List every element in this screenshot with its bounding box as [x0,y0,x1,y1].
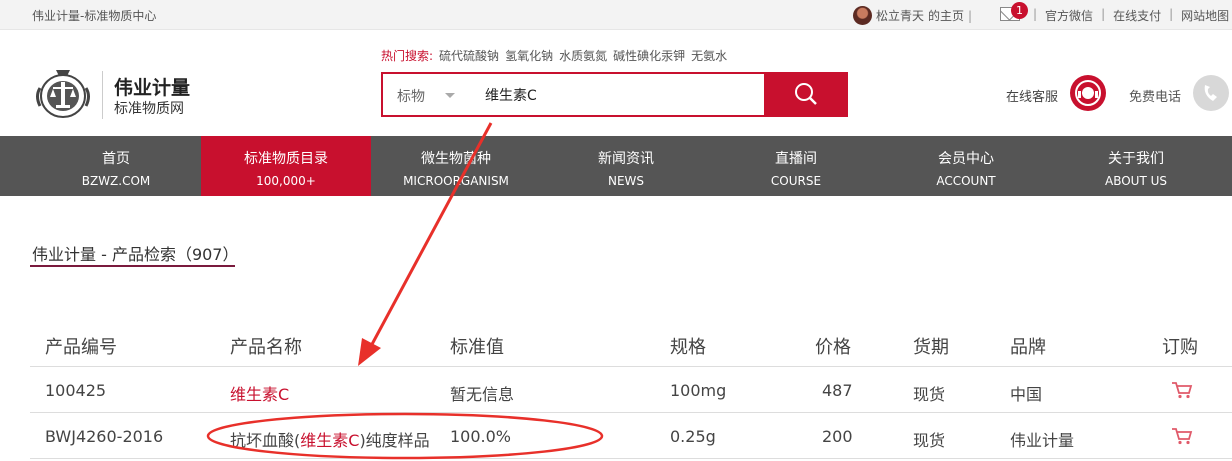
row-spec: 0.25g [670,427,716,446]
user-name[interactable]: 松立青天 [876,7,924,24]
avatar [853,6,872,25]
col-header-delivery: 货期 [913,337,949,358]
hot-search: 热门搜索: 硫代硫酸钠 氢氧化钠 水质氨氮 碱性碘化汞钾 无氨水 [381,47,727,64]
col-header-price: 价格 [815,337,851,358]
link-sitemap[interactable]: 网站地图 [1181,7,1229,24]
search-icon [795,83,817,105]
hot-search-label: 热门搜索: [381,49,434,63]
nav-about[interactable]: 关于我们 ABOUT US [1051,136,1221,196]
row-delivery: 现货 [913,385,946,404]
col-header-brand: 品牌 [1010,337,1046,358]
nav-microorganism[interactable]: 微生物菌种 MICROORGANISM [371,136,541,196]
row-standard: 暂无信息 [450,385,515,404]
hot-search-item[interactable]: 无氨水 [691,47,727,64]
col-header-name: 产品名称 [230,337,302,358]
online-service-label[interactable]: 在线客服 [1006,86,1058,105]
top-bar: 伟业计量-标准物质中心 松立青天 的主页 | 1 | 官方微信 | 在线支付 |… [0,0,1232,30]
row-spec: 100mg [670,381,727,400]
logo-divider [102,71,103,119]
table-divider [30,458,1232,459]
chevron-down-icon[interactable] [445,93,455,98]
row-code: BWJ4260-2016 [45,427,164,446]
col-header-code: 产品编号 [45,337,117,358]
product-name-link[interactable]: 维生素C [230,381,289,405]
brand-subtitle: 标准物质网 [114,101,184,117]
row-delivery: 现货 [913,431,946,450]
nav-news[interactable]: 新闻资讯 NEWS [541,136,711,196]
annotation-overlay [206,122,604,460]
product-name-link[interactable]: 抗坏血酸(维生素C)纯度样品 [230,427,430,451]
brand-name[interactable]: 伟业计量 [114,73,190,100]
table-divider [30,366,1232,367]
col-header-spec: 规格 [670,337,706,358]
user-menu[interactable]: 松立青天 的主页 | [853,6,972,25]
search-button[interactable] [764,72,848,117]
col-header-order: 订购 [1162,337,1198,358]
row-price: 487 [822,381,853,400]
main-nav: 首页 BZWZ.COM 标准物质目录 100,000+ 微生物菌种 MICROORGA… [0,136,1232,196]
row-brand: 中国 [1010,385,1043,404]
cart-icon[interactable] [1171,427,1193,445]
phone-icon[interactable] [1193,75,1229,111]
link-wechat[interactable]: 官方微信 [1045,7,1093,24]
hot-search-item[interactable]: 碱性碘化汞钾 [613,47,685,64]
site-title: 伟业计量-标准物质中心 [32,9,157,23]
hot-search-item[interactable]: 水质氨氮 [559,47,607,64]
search-category-select[interactable]: 标物 [397,86,425,106]
customer-service-icon[interactable] [1070,75,1106,111]
nav-course[interactable]: 直播间 COURSE [711,136,881,196]
table-divider [30,412,1232,413]
hot-search-item[interactable]: 硫代硫酸钠 [439,47,499,64]
logo-emblem-icon[interactable] [34,68,92,120]
annotation-arrowhead [358,338,381,366]
row-code: 100425 [45,381,107,400]
nav-home[interactable]: 首页 BZWZ.COM [31,136,201,196]
link-payment[interactable]: 在线支付 [1113,7,1161,24]
user-home-link[interactable]: 的主页 [928,7,964,24]
breadcrumb: 伟业计量 - 产品检索（907） [32,245,239,264]
breadcrumb-underline [30,265,235,267]
separator: | [968,8,973,23]
row-brand: 伟业计量 [1010,431,1075,450]
unread-badge: 1 [1011,2,1028,19]
row-standard: 100.0% [450,427,512,446]
row-price: 200 [822,427,853,446]
search-input[interactable] [485,85,755,105]
col-header-standard: 标准值 [450,337,504,358]
free-phone-label[interactable]: 免费电话 [1129,86,1181,105]
top-links: | 官方微信 | 在线支付 | 网站地图 [1033,7,1230,24]
search-box: 标物 [381,72,848,117]
hot-search-item[interactable]: 氢氧化钠 [505,47,553,64]
nav-account[interactable]: 会员中心 ACCOUNT [881,136,1051,196]
nav-catalog[interactable]: 标准物质目录 100,000+ [201,136,371,196]
cart-icon[interactable] [1171,381,1193,399]
